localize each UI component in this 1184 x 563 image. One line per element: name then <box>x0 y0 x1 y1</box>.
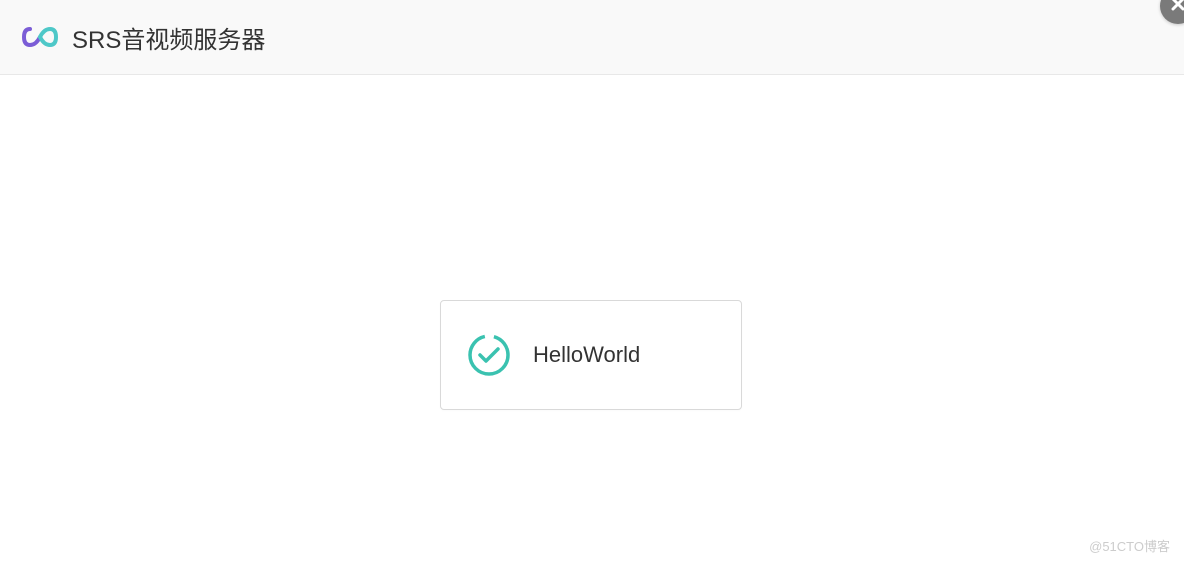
app-logo-icon <box>22 25 58 49</box>
main-content: HelloWorld <box>0 75 1184 563</box>
header-bar: SRS音视频服务器 <box>0 0 1184 75</box>
close-icon <box>1169 0 1184 18</box>
app-title: SRS音视频服务器 <box>72 20 265 55</box>
success-modal: HelloWorld <box>440 300 742 410</box>
success-check-icon <box>467 333 511 377</box>
modal-message: HelloWorld <box>533 342 640 368</box>
watermark-text: @51CTO博客 <box>1089 536 1170 555</box>
